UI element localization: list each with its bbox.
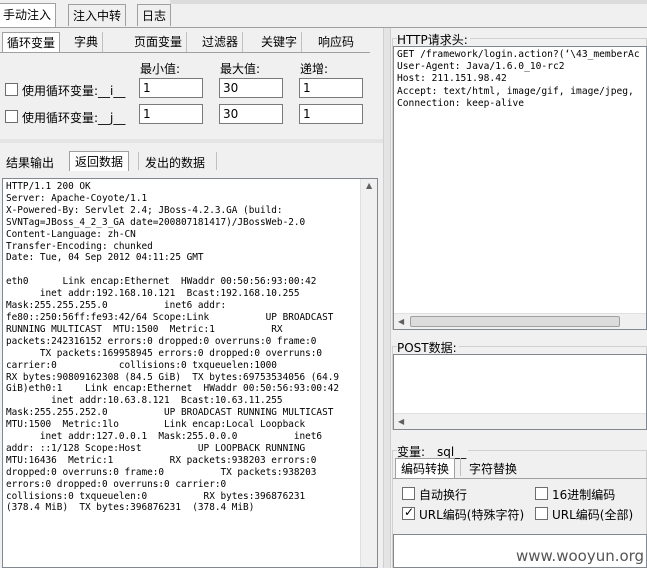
max-header: 最大值: <box>220 62 261 76</box>
auto-wrap-checkbox[interactable] <box>402 487 415 500</box>
post-data-editor[interactable]: ◀ <box>393 354 647 430</box>
tab-dictionary[interactable]: 字典 <box>70 32 104 52</box>
loop-var-j-step-input[interactable]: 1 <box>299 104 363 124</box>
tab-response-codes[interactable]: 响应码 <box>314 32 358 52</box>
watermark: www.wooyun.org <box>516 547 645 565</box>
tab-encode-convert[interactable]: 编码转换 <box>395 458 456 478</box>
hex-encode-label: 16进制编码 <box>552 488 616 502</box>
url-encode-special-checkbox[interactable] <box>402 505 415 520</box>
scroll-left-icon[interactable]: ◀ <box>398 417 404 426</box>
result-tab-separator-2 <box>216 152 217 170</box>
auto-wrap-label: 自动换行 <box>419 488 468 502</box>
http-headers-text: GET /framework/login.action?(‘\43_member… <box>397 49 640 109</box>
loop-var-i-min-input[interactable]: 1 <box>139 78 203 98</box>
tab-char-replace[interactable]: 字符替换 <box>469 460 517 477</box>
step-header: 递增: <box>300 62 329 76</box>
tab-response-data[interactable]: 返回数据 <box>69 151 130 171</box>
tab-page-vars[interactable]: 页面变量 <box>130 32 188 52</box>
loop-var-j-min-input[interactable]: 1 <box>139 104 203 124</box>
hex-encode-checkbox[interactable] <box>535 487 548 500</box>
response-output[interactable]: HTTP/1.1 200 OK Server: Apache-Coyote/1.… <box>2 178 378 568</box>
top-strip <box>170 0 647 4</box>
min-header: 最小值: <box>140 62 181 76</box>
post-data-hscrollbar[interactable]: ◀ <box>394 413 646 429</box>
tab-filters[interactable]: 过滤器 <box>198 32 244 52</box>
http-headers-hscroll-thumb[interactable] <box>410 316 620 327</box>
tab-inject-relay[interactable]: 注入中转 <box>68 4 127 26</box>
http-headers-editor[interactable]: GET /framework/login.action?(‘\43_member… <box>393 46 647 330</box>
loop-var-j-label: 使用循环变量:__j__ <box>22 111 126 125</box>
vertical-splitter[interactable] <box>383 28 391 568</box>
loop-var-i-label: 使用循环变量:__i__ <box>22 84 126 98</box>
url-encode-all-checkbox[interactable] <box>535 507 548 520</box>
loop-var-i-step-input[interactable]: 1 <box>299 78 363 98</box>
tab-sent-data[interactable]: 发出的数据 <box>145 154 205 171</box>
url-encode-all-label: URL编码(全部) <box>552 508 634 522</box>
response-text: HTTP/1.1 200 OK Server: Apache-Coyote/1.… <box>6 181 340 514</box>
loop-var-j-max-input[interactable]: 30 <box>219 104 283 124</box>
tab-manual-inject[interactable]: 手动注入 <box>0 3 57 27</box>
scroll-up-icon[interactable]: ▲ <box>366 181 372 190</box>
tab-log[interactable]: 日志 <box>137 4 172 26</box>
result-tab-separator <box>138 152 139 170</box>
loop-var-i-max-input[interactable]: 30 <box>219 78 283 98</box>
loop-var-j-checkbox[interactable] <box>5 110 18 123</box>
tab-keywords[interactable]: 关键字 <box>257 32 303 52</box>
encode-tab-separator <box>460 458 461 476</box>
scroll-left-icon[interactable]: ◀ <box>398 317 404 326</box>
tab-result-output[interactable]: 结果输出 <box>6 154 54 171</box>
horizontal-splitter[interactable] <box>0 139 383 143</box>
http-headers-hscrollbar[interactable]: ◀ <box>394 313 646 329</box>
response-vscrollbar[interactable]: ▲ <box>360 179 377 567</box>
loop-var-i-checkbox[interactable] <box>5 83 18 96</box>
url-encode-special-label: URL编码(特殊字符) <box>419 508 525 522</box>
tab-loop-vars[interactable]: 循环变量 <box>2 32 61 52</box>
sub-tab-bar <box>0 52 370 53</box>
